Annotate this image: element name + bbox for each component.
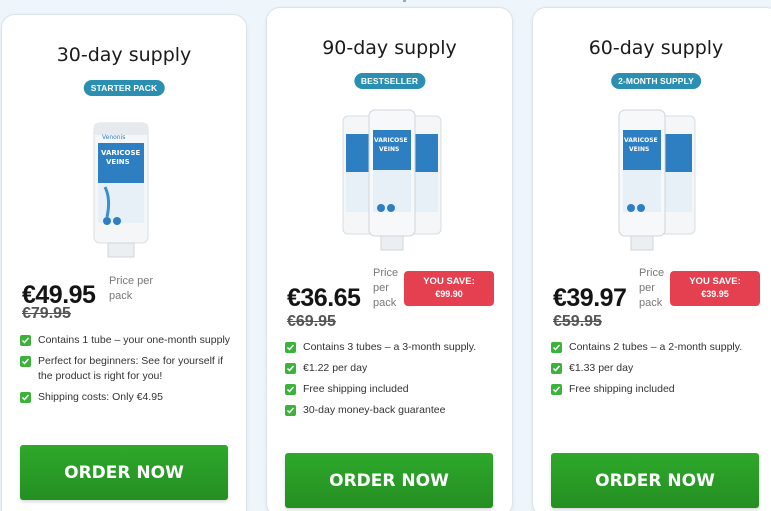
feature-text: Shipping costs: Only €4.95 xyxy=(38,391,163,403)
feature-item: Contains 3 tubes – a 3-month supply. xyxy=(285,340,502,355)
check-icon xyxy=(285,384,296,395)
feature-text: Contains 2 tubes – a 2-month supply. xyxy=(569,341,743,353)
order-now-button[interactable]: ORDER NOW xyxy=(285,453,493,508)
svg-text:Venonis: Venonis xyxy=(102,134,125,141)
offer-badge: STARTER PACK xyxy=(83,80,165,96)
check-icon xyxy=(551,363,562,374)
feature-list: Contains 3 tubes – a 3-month supply. €1.… xyxy=(285,340,502,424)
offer-card-60-day: 60-day supply 2-MONTH SUPPLY VARICOSE VE… xyxy=(532,7,771,511)
offer-card-30-day: 30-day supply STARTER PACK Venonis VARIC… xyxy=(1,14,247,511)
feature-list: Contains 2 tubes – a 2-month supply. €1.… xyxy=(551,340,769,403)
feature-text: Perfect for beginners: See for yourself … xyxy=(38,355,224,382)
check-icon xyxy=(285,363,296,374)
old-price: €69.95 xyxy=(287,313,336,330)
feature-text: Contains 1 tube – your one-month supply xyxy=(38,334,231,346)
top-divider-mark xyxy=(403,0,406,2)
svg-text:VARICOSE: VARICOSE xyxy=(101,149,140,157)
check-icon xyxy=(20,335,31,346)
offer-title: 30-day supply xyxy=(56,44,192,66)
save-label: YOU SAVE: xyxy=(689,276,741,287)
price-per-label: Price per pack xyxy=(639,267,665,309)
feature-item: 30-day money-back guarantee xyxy=(285,403,502,418)
offer-card-90-day: 90-day supply BESTSELLER VARICOSE VEINS … xyxy=(266,7,513,511)
product-tube-image: Venonis VARICOSE VEINS xyxy=(90,117,156,267)
feature-text: Free shipping included xyxy=(303,383,409,395)
tubes-icon: VARICOSE VEINS xyxy=(342,109,442,251)
check-icon xyxy=(551,342,562,353)
feature-item: Free shipping included xyxy=(551,382,769,397)
feature-item: Perfect for beginners: See for yourself … xyxy=(20,354,236,384)
current-price: €39.97 xyxy=(553,284,627,312)
order-now-button[interactable]: ORDER NOW xyxy=(20,445,228,500)
price-per-label: Price per pack xyxy=(373,267,399,309)
feature-item: Free shipping included xyxy=(285,382,502,397)
feature-text: Free shipping included xyxy=(569,383,675,395)
current-price: €36.65 xyxy=(287,284,361,312)
product-tubes-image: VARICOSE VEINS xyxy=(339,108,445,258)
you-save-badge: YOU SAVE: €39.95 xyxy=(670,271,760,306)
check-icon xyxy=(20,356,31,367)
check-icon xyxy=(285,342,296,353)
product-tubes-image: VARICOSE VEINS xyxy=(615,108,701,258)
tube-icon: Venonis VARICOSE VEINS xyxy=(93,122,149,258)
save-label: YOU SAVE: xyxy=(423,276,475,287)
feature-item: Contains 2 tubes – a 2-month supply. xyxy=(551,340,769,355)
check-icon xyxy=(285,405,296,416)
price-per-label: Price per pack xyxy=(109,275,154,302)
check-icon xyxy=(551,384,562,395)
tubes-icon: VARICOSE VEINS xyxy=(618,109,696,251)
svg-text:VARICOSE: VARICOSE xyxy=(624,137,658,144)
you-save-badge: YOU SAVE: €99.90 xyxy=(404,271,494,306)
order-now-button[interactable]: ORDER NOW xyxy=(551,453,759,508)
check-icon xyxy=(20,392,31,403)
feature-text: €1.22 per day xyxy=(303,362,368,374)
offer-title: 60-day supply xyxy=(588,37,724,59)
feature-item: €1.22 per day xyxy=(285,361,502,376)
svg-text:VEINS: VEINS xyxy=(629,146,649,153)
feature-text: 30-day money-back guarantee xyxy=(303,404,446,416)
svg-text:VARICOSE: VARICOSE xyxy=(374,137,408,144)
save-amount: €39.95 xyxy=(701,289,729,299)
offer-badge: BESTSELLER xyxy=(353,73,426,89)
offer-badge: 2-MONTH SUPPLY xyxy=(611,73,701,89)
feature-text: Contains 3 tubes – a 3-month supply. xyxy=(303,341,477,353)
offer-title: 90-day supply xyxy=(322,37,457,59)
feature-list: Contains 1 tube – your one-month supply … xyxy=(20,333,236,411)
feature-item: Contains 1 tube – your one-month supply xyxy=(20,333,236,348)
old-price: €59.95 xyxy=(553,313,602,330)
svg-text:VEINS: VEINS xyxy=(379,146,399,153)
feature-item: Shipping costs: Only €4.95 xyxy=(20,390,236,405)
old-price: €79.95 xyxy=(22,305,71,322)
svg-text:VEINS: VEINS xyxy=(106,158,130,166)
feature-item: €1.33 per day xyxy=(551,361,769,376)
feature-text: €1.33 per day xyxy=(569,362,634,374)
save-amount: €99.90 xyxy=(435,289,463,299)
